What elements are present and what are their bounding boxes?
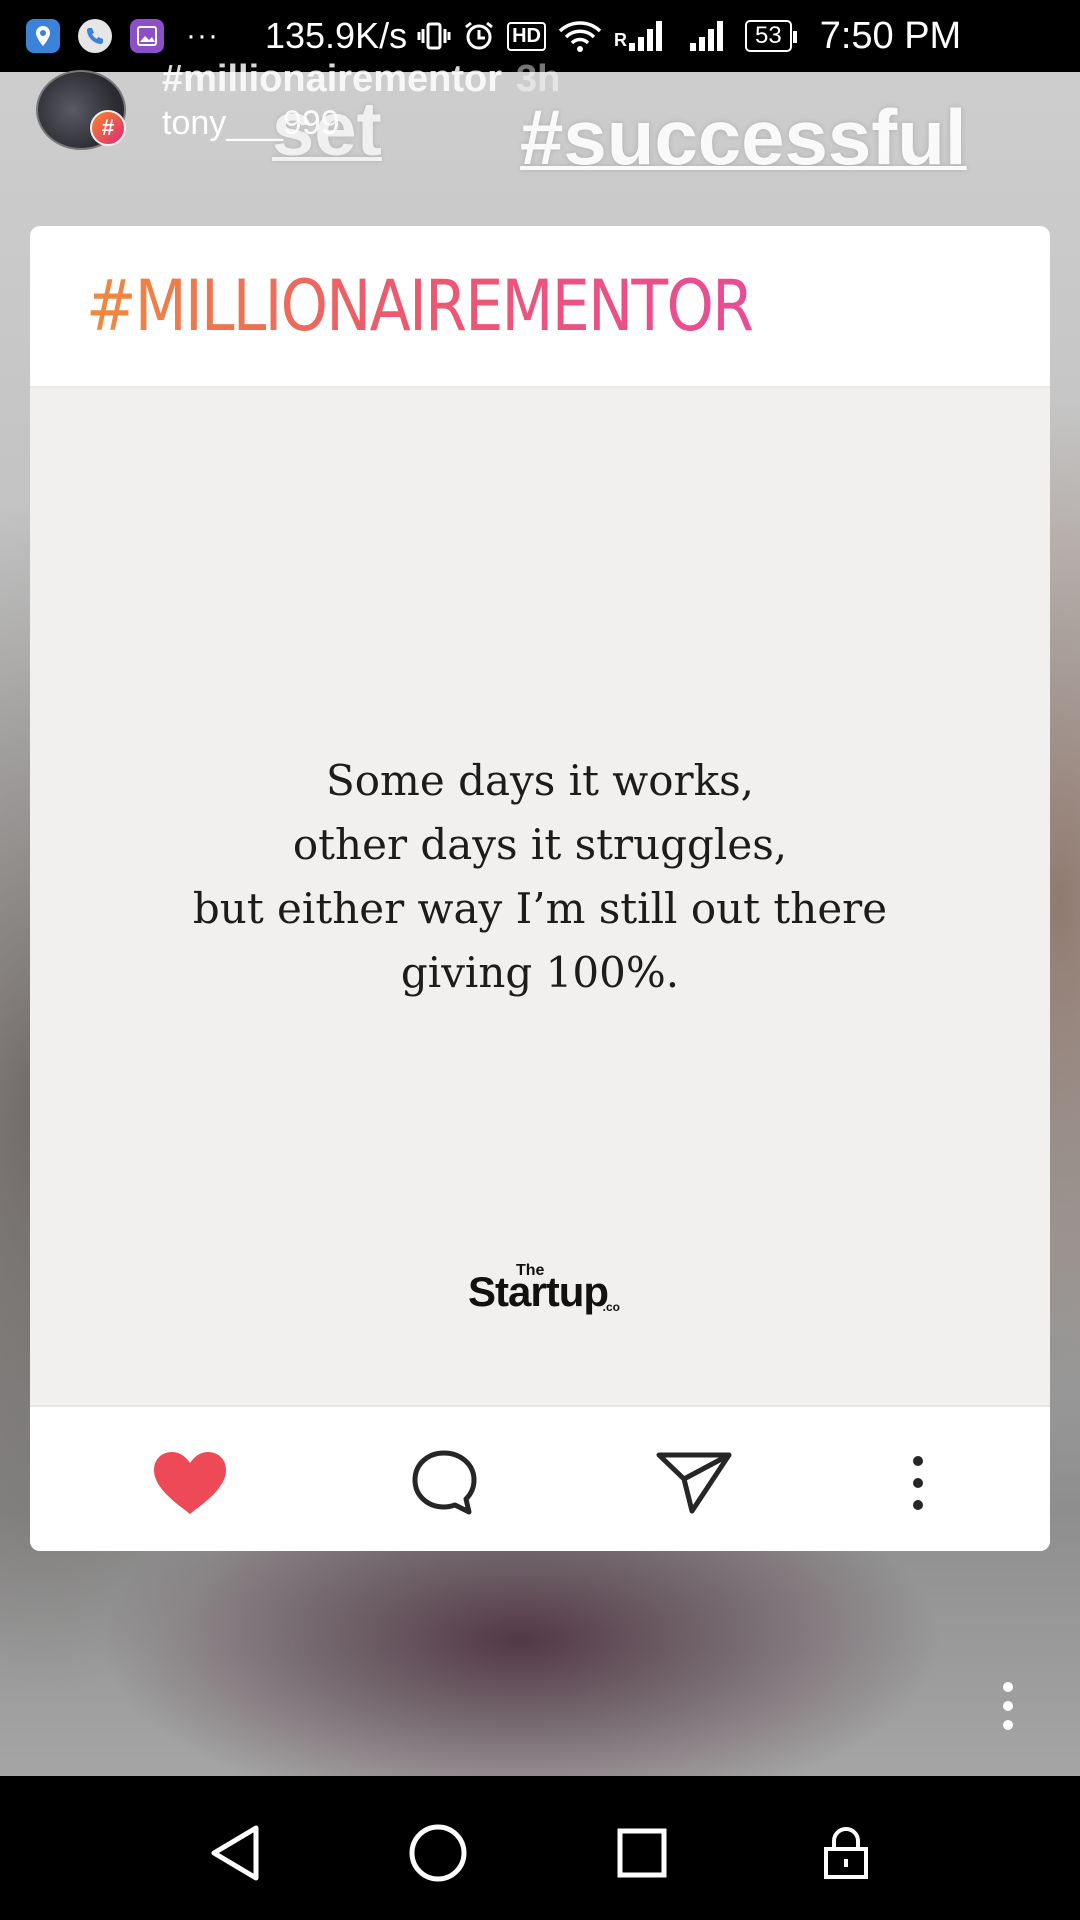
hashtag-badge-icon: # [90, 110, 126, 146]
quote-line: Some days it works, [326, 755, 754, 805]
post-action-bar [30, 1405, 1050, 1551]
post-image[interactable]: Some days it works, other days it strugg… [30, 388, 1050, 1405]
comment-icon [412, 1450, 477, 1515]
wifi-icon [558, 19, 602, 53]
hd-icon: HD [507, 21, 546, 51]
recents-icon [617, 1828, 667, 1878]
home-icon [409, 1824, 467, 1882]
share-button[interactable] [654, 1443, 734, 1523]
story-header: # #millionairementor 3h tony___999 set #s… [36, 58, 1046, 181]
vibrate-icon [417, 21, 451, 51]
logo-suffix: .co [602, 1300, 620, 1314]
back-button[interactable] [200, 1818, 270, 1888]
heart-icon [154, 1452, 226, 1514]
quote-line: but either way I’m still out there [192, 883, 888, 933]
quote-line: giving 100%. [400, 947, 680, 997]
battery-icon: 53 [744, 20, 797, 52]
back-icon [211, 1825, 259, 1881]
story-overlay-text-set: set [272, 87, 382, 172]
navigation-bar [0, 1776, 1080, 1920]
battery-level: 53 [754, 22, 782, 49]
signal-icon [689, 21, 723, 51]
home-button[interactable] [403, 1818, 473, 1888]
location-pin-icon [26, 19, 60, 53]
lock-icon [824, 1827, 868, 1879]
more-vertical-icon [1003, 1682, 1013, 1730]
roaming-label: R [613, 30, 627, 50]
clock: 7:50 PM [819, 14, 962, 57]
phone-icon [78, 19, 112, 53]
gallery-icon [130, 19, 164, 53]
startup-logo: The Startup .co [468, 1262, 620, 1316]
story-overlay-text-successful[interactable]: #successful [520, 92, 967, 183]
post-brand-title: #MILLIONAIREMENTOR [86, 265, 754, 347]
more-vertical-icon [913, 1456, 923, 1510]
send-icon [656, 1452, 732, 1514]
recents-button[interactable] [607, 1818, 677, 1888]
story-more-button[interactable] [990, 1676, 1026, 1736]
network-speed: 135.9K/s [264, 15, 408, 56]
like-button[interactable] [150, 1443, 230, 1523]
comment-button[interactable] [404, 1443, 484, 1523]
more-notifications-icon: ··· [186, 19, 219, 52]
lock-button[interactable] [811, 1818, 881, 1888]
shared-post-card[interactable]: #MILLIONAIREMENTOR Some days it works, o… [30, 226, 1050, 1551]
alarm-icon [463, 20, 495, 52]
post-header: #MILLIONAIREMENTOR [30, 226, 1050, 388]
quote-text: Some days it works, other days it strugg… [193, 749, 887, 1005]
signal-roaming-icon: R [614, 21, 662, 51]
quote-line: other days it struggles, [292, 819, 788, 869]
logo-prefix: The [516, 1262, 545, 1279]
post-more-button[interactable] [878, 1443, 958, 1523]
